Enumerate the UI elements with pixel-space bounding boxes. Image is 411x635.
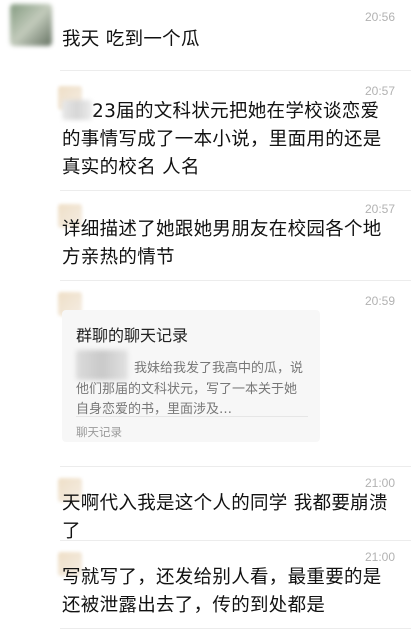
message-text: 详细描述了她跟她男朋友在校园各个地方亲热的情节 [62, 219, 382, 268]
message-divider [60, 628, 411, 629]
avatar[interactable] [10, 4, 52, 46]
card-footer: 聊天记录 [76, 425, 122, 439]
chat-message: 21:00 写就写了，还发给别人看，最重要的是还被泄露出去了，传的到处都是 [0, 546, 411, 635]
message-timestamp: 20:56 [364, 10, 395, 24]
chat-message: 20:57 23届的文科状元把她在学校谈恋爱的事情写成了一本小说，里面用的还是真… [0, 78, 411, 188]
card-divider [76, 416, 308, 417]
message-divider [60, 70, 411, 71]
chat-record-card[interactable]: 群聊的聊天记录 我妹给我发了我高中的瓜，说他们那届的文科状元，写了一本关于她自身… [62, 310, 320, 442]
redacted-name [62, 100, 92, 120]
card-title: 群聊的聊天记录 [76, 326, 189, 345]
chat-message: 20:59 群聊的聊天记录 我妹给我发了我高中的瓜，说他们那届的文科状元，写了一… [0, 288, 411, 458]
redacted-name [76, 350, 128, 380]
chat-message: 20:57 详细描述了她跟她男朋友在校园各个地方亲热的情节 [0, 198, 411, 278]
message-text: 写就写了，还发给别人看，最重要的是还被泄露出去了，传的到处都是 [62, 567, 382, 616]
chat-feed: 20:56 我天 吃到一个瓜 20:57 23届的文科状元把她在学校谈恋爱的事情… [0, 0, 411, 635]
chat-message: 21:00 天啊代入我是这个人的同学 我都要崩溃了 [0, 472, 411, 542]
card-preview: 我妹给我发了我高中的瓜，说他们那届的文科状元，写了一本关于她自身恋爱的书，里面涉… [76, 350, 308, 420]
message-divider [60, 190, 411, 191]
message-divider [60, 466, 411, 467]
message-divider [60, 280, 411, 281]
message-timestamp: 20:57 [364, 84, 395, 98]
message-text: 23届的文科状元把她在学校谈恋爱的事情写成了一本小说，里面用的还是真实的校名 人… [62, 100, 382, 178]
message-timestamp: 21:00 [364, 550, 395, 564]
message-text: 天啊代入我是这个人的同学 我都要崩溃了 [62, 493, 388, 542]
message-timestamp: 20:57 [364, 202, 395, 216]
chat-message: 20:56 我天 吃到一个瓜 [0, 0, 411, 60]
message-timestamp: 20:59 [364, 294, 395, 308]
message-timestamp: 21:00 [364, 476, 395, 490]
message-divider [60, 540, 411, 541]
message-text: 我天 吃到一个瓜 [62, 29, 200, 50]
